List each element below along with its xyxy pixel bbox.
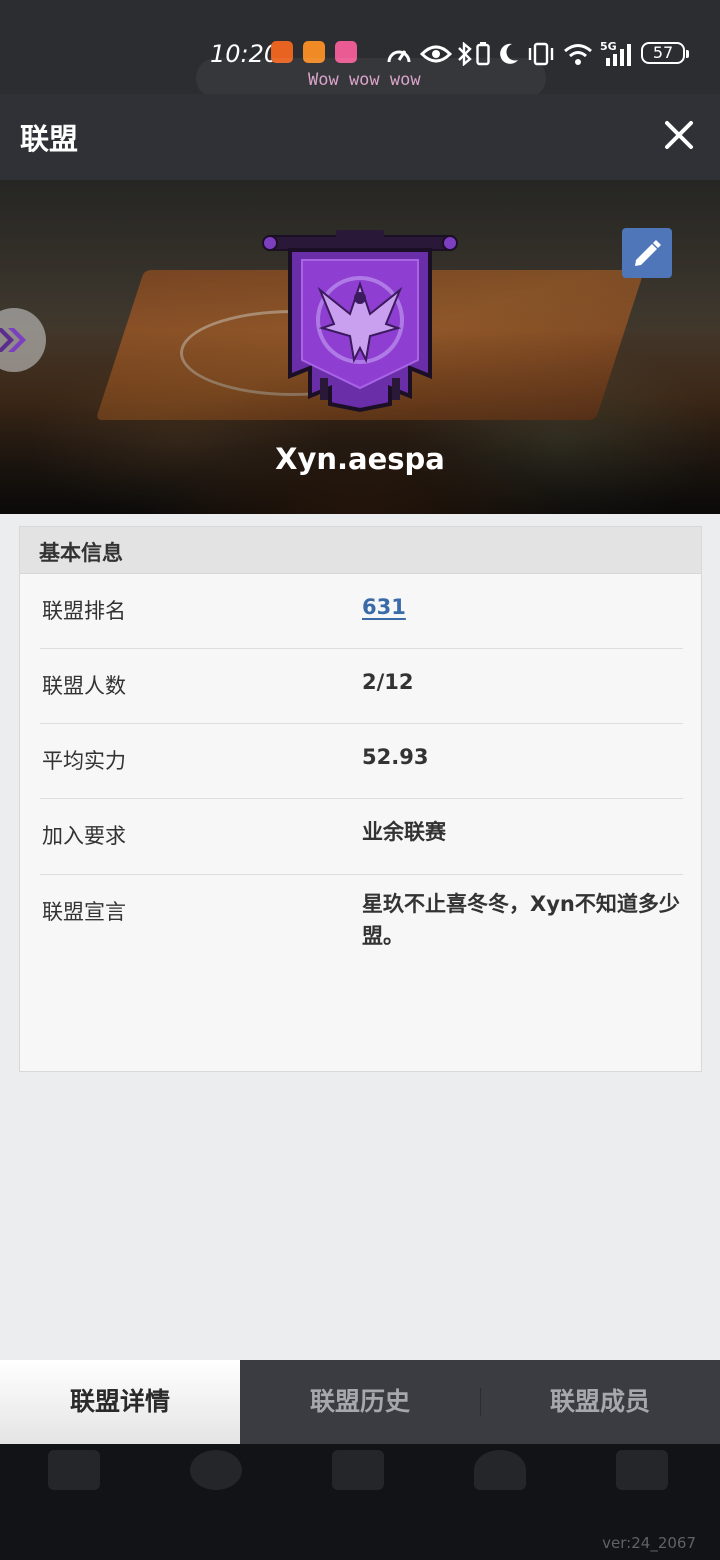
battery-saver-icon xyxy=(476,42,490,66)
nav-ghost-item xyxy=(612,1450,672,1490)
close-icon[interactable] xyxy=(664,120,694,150)
strength-label: 平均实力 xyxy=(42,749,126,773)
phoenix-banner-emblem xyxy=(262,230,458,413)
side-expand-button[interactable] xyxy=(0,308,46,372)
double-chevron-icon xyxy=(0,328,26,352)
bluetooth-icon xyxy=(458,42,472,66)
declaration-value: 星玖不止喜冬冬，Xyn不知道多少盟。 xyxy=(362,892,680,948)
card-title: 基本信息 xyxy=(39,541,123,565)
page-title: 联盟 xyxy=(20,122,79,156)
info-row-requirement: 加入要求 业余联赛 xyxy=(40,798,683,875)
tab-alliance-members[interactable]: 联盟成员 xyxy=(480,1360,720,1444)
requirement-value: 业余联赛 xyxy=(362,820,446,844)
nav-ghost-item xyxy=(470,1450,530,1490)
team-banner: Xyn.aespa xyxy=(0,180,720,514)
strength-value: 52.93 xyxy=(362,745,429,769)
rank-value-link[interactable]: 631 xyxy=(362,591,406,623)
speed-icon xyxy=(387,50,411,63)
requirement-label: 加入要求 xyxy=(42,824,126,848)
members-value: 2/12 xyxy=(362,670,414,694)
card-header: 基本信息 xyxy=(20,527,701,574)
header: 联盟 xyxy=(0,94,720,180)
signal-icon xyxy=(606,44,631,66)
moon-icon xyxy=(500,43,518,64)
lyric-text: Wow wow wow xyxy=(308,70,421,90)
rank-label: 联盟排名 xyxy=(42,599,126,623)
info-row-members: 联盟人数 2/12 xyxy=(40,648,683,724)
tab-alliance-details[interactable]: 联盟详情 xyxy=(0,1360,240,1444)
status-lyric: Wow wow wow xyxy=(196,58,546,98)
nav-ghost-item xyxy=(328,1450,388,1490)
bottom-nav-dimmed: ver:24_2067 xyxy=(0,1444,720,1560)
info-row-declaration: 联盟宣言 星玖不止喜冬冬，Xyn不知道多少盟。 xyxy=(40,874,683,1054)
battery-icon: 57 xyxy=(641,42,689,64)
nav-ghost-item xyxy=(186,1450,246,1490)
members-label: 联盟人数 xyxy=(42,674,126,698)
status-bar: 10:20 Wow wow wow 5G 57 xyxy=(0,0,720,98)
edit-button[interactable] xyxy=(622,228,672,278)
wifi-icon xyxy=(564,44,592,65)
tab-alliance-history[interactable]: 联盟历史 xyxy=(240,1360,480,1444)
info-row-rank: 联盟排名 631 xyxy=(40,573,683,649)
nav-ghost-item xyxy=(44,1450,104,1490)
pencil-icon xyxy=(635,240,661,266)
vibrate-icon xyxy=(528,42,554,66)
basic-info-card: 基本信息 联盟排名 631 联盟人数 2/12 平均实力 52.93 加入要求 … xyxy=(19,526,702,1072)
team-name: Xyn.aespa xyxy=(275,442,445,476)
eye-icon xyxy=(420,45,452,63)
declaration-label: 联盟宣言 xyxy=(42,900,126,924)
version-text: ver:24_2067 xyxy=(602,1534,696,1552)
tab-bar: 联盟详情 联盟历史 联盟成员 xyxy=(0,1360,720,1444)
info-row-strength: 平均实力 52.93 xyxy=(40,723,683,799)
